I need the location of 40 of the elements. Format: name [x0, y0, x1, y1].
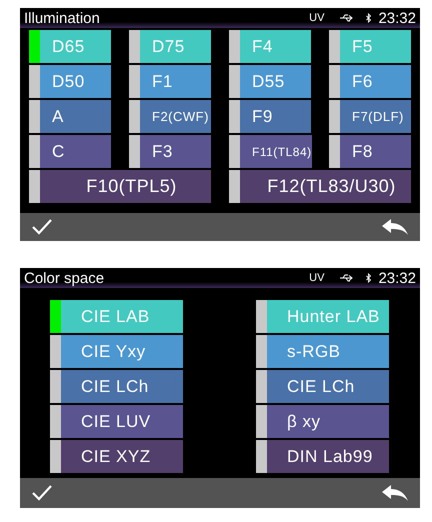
screen-title: Illumination [24, 10, 101, 26]
list-option[interactable]: D55 [229, 65, 311, 98]
list-option[interactable]: F2(CWF) [129, 100, 211, 133]
clock-time: 23:32 [378, 270, 416, 286]
list-option[interactable]: F7(DLF) [329, 100, 411, 133]
bluetooth-icon [366, 273, 372, 283]
list-option[interactable]: F1 [129, 65, 211, 98]
list-option[interactable]: CIE Yxy [50, 335, 183, 368]
list-option[interactable]: CIE LUV [50, 405, 183, 438]
back-button[interactable] [382, 219, 408, 235]
list-option[interactable]: D50 [29, 65, 111, 98]
clock-time: 23:32 [378, 10, 416, 26]
list-option[interactable]: s-RGB [256, 335, 389, 368]
uv-indicator: UV [309, 272, 324, 284]
uv-indicator: UV [309, 12, 324, 24]
confirm-button[interactable] [32, 485, 52, 501]
list-option[interactable]: F6 [329, 65, 411, 98]
list-option[interactable]: F12(TL83/U30) [229, 170, 411, 203]
list-option[interactable]: CIE XYZ [50, 440, 183, 473]
back-arrow-icon [382, 485, 408, 501]
list-option[interactable]: A [29, 100, 111, 133]
screen-title: Color space [24, 270, 106, 286]
list-option[interactable]: F9 [229, 100, 311, 133]
list-option[interactable]: F10(TPL5) [29, 170, 211, 203]
list-option[interactable]: F8 [329, 135, 411, 168]
bluetooth-icon [366, 13, 372, 23]
confirm-button[interactable] [32, 219, 52, 235]
check-icon [32, 219, 52, 235]
list-option[interactable]: CIE LCh [50, 370, 183, 403]
back-button[interactable] [382, 485, 408, 501]
back-arrow-icon [382, 219, 408, 235]
list-option[interactable]: DIN Lab99 [256, 440, 389, 473]
list-option[interactable]: F11(TL84) [229, 135, 311, 168]
list-option[interactable]: CIE LCh [256, 370, 389, 403]
check-icon [32, 485, 52, 501]
usb-icon [340, 14, 354, 22]
list-option[interactable]: β xy [256, 405, 389, 438]
list-option[interactable]: C [29, 135, 111, 168]
usb-icon [340, 274, 354, 282]
list-option[interactable]: F3 [129, 135, 211, 168]
